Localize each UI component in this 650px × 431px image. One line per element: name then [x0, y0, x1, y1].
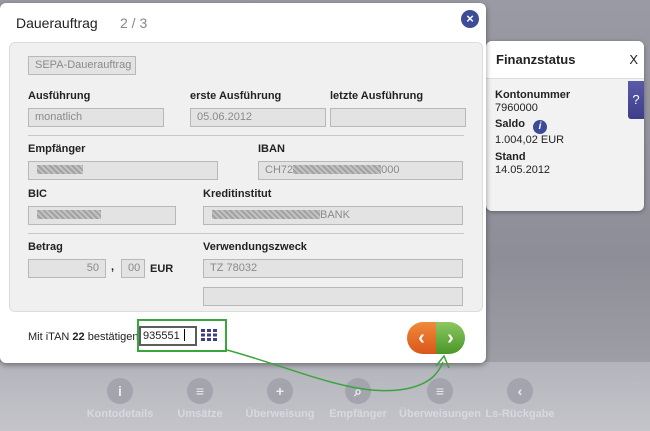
- first-execution-label: erste Ausführung: [190, 90, 282, 102]
- iban-suffix: 000: [381, 164, 400, 176]
- itan-prompt: Mit iTAN 22 bestätigen: [28, 331, 139, 343]
- itan-prefix: Mit iTAN: [28, 331, 70, 343]
- date-label: Stand: [495, 151, 526, 163]
- nav-umsaetze[interactable]: ≡ Umsätze: [155, 378, 245, 420]
- purpose-line2-field: [203, 287, 463, 306]
- frequency-label: Ausführung: [28, 90, 91, 102]
- bank-label: Kreditinstitut: [203, 188, 272, 200]
- help-tab[interactable]: ?: [628, 81, 644, 119]
- amount-label: Betrag: [28, 241, 63, 253]
- finanzstatus-panel: Finanzstatus X Kontonummer 7960000 Saldo…: [486, 41, 644, 211]
- list-icon: ≡: [427, 378, 453, 404]
- dialog-title: Dauerauftrag: [16, 15, 98, 31]
- close-icon[interactable]: ×: [461, 10, 479, 28]
- amount-euros-field: 50: [28, 259, 106, 278]
- recipient-field: [28, 161, 218, 180]
- info-icon[interactable]: i: [532, 120, 547, 134]
- frequency-field: monatlich: [28, 108, 164, 127]
- forward-button[interactable]: ›: [436, 322, 465, 354]
- recipient-label: Empfänger: [28, 143, 86, 155]
- date-value: 14.05.2012: [495, 164, 551, 176]
- form-panel: SEPA-Dauerauftrag Ausführung monatlich e…: [9, 42, 483, 312]
- back-arrow-icon: ‹: [507, 378, 533, 404]
- nav-label: Umsätze: [177, 408, 223, 420]
- nav-label: Ls-Rückgabe: [485, 408, 555, 420]
- iban-field: CH72 000: [258, 161, 463, 180]
- bic-label: BIC: [28, 188, 47, 200]
- purpose-label: Verwendungszweck: [203, 241, 307, 253]
- close-icon[interactable]: X: [629, 52, 638, 67]
- redacted-text: [293, 165, 382, 174]
- order-type-field: SEPA-Dauerauftrag: [28, 56, 136, 75]
- step-indicator: 2 / 3: [120, 15, 148, 31]
- itan-suffix: bestätigen: [87, 331, 139, 343]
- account-value: 7960000: [495, 102, 538, 114]
- bic-field: [28, 206, 176, 225]
- redacted-text: [37, 210, 101, 219]
- nav-kontodetails[interactable]: i Kontodetails: [75, 378, 165, 420]
- search-icon: ⌕: [345, 378, 371, 404]
- itan-number: 22: [72, 331, 85, 343]
- bank-suffix: BANK: [320, 209, 350, 221]
- iban-label: IBAN: [258, 143, 285, 155]
- last-execution-field: [330, 108, 466, 127]
- panel-body: Kontonummer 7960000 Saldo i 1.004,02 EUR …: [486, 79, 644, 187]
- divider: [28, 233, 464, 234]
- amount-cents-field: 00: [121, 259, 145, 278]
- plus-icon: +: [267, 378, 293, 404]
- nav-label: Überweisung: [245, 408, 315, 420]
- list-icon: ≡: [187, 378, 213, 404]
- panel-header: Finanzstatus X: [486, 41, 644, 79]
- divider: [28, 135, 464, 136]
- nav-label: Kontodetails: [86, 408, 154, 420]
- balance-label: Saldo: [495, 118, 525, 130]
- back-button[interactable]: ‹: [407, 322, 436, 354]
- purpose-line1-field: TZ 78032: [203, 259, 463, 278]
- currency-label: EUR: [150, 263, 174, 275]
- panel-title: Finanzstatus: [496, 52, 576, 67]
- amount-separator: ,: [111, 261, 115, 273]
- dauerauftrag-dialog: Dauerauftrag 2 / 3 × SEPA-Dauerauftrag A…: [0, 3, 486, 363]
- bank-field: BANK: [203, 206, 463, 225]
- info-icon: i: [107, 378, 133, 404]
- first-execution-field: 05.06.2012: [190, 108, 326, 127]
- nav-ueberweisungen[interactable]: ≡ Überweisungen: [395, 378, 485, 420]
- last-execution-label: letzte Ausführung: [330, 90, 424, 102]
- nav-label: Empfänger: [329, 408, 387, 420]
- nav-label: Überweisungen: [399, 408, 481, 420]
- nav-ls-rueckgabe[interactable]: ‹ Ls-Rückgabe: [475, 378, 565, 420]
- nav-empfaenger[interactable]: ⌕ Empfänger: [313, 378, 403, 420]
- account-label: Kontonummer: [495, 89, 571, 101]
- nav-ueberweisung[interactable]: + Überweisung: [235, 378, 325, 420]
- redacted-text: [37, 165, 83, 174]
- redacted-text: [212, 210, 320, 219]
- iban-prefix: CH72: [265, 164, 294, 176]
- balance-value: 1.004,02 EUR: [495, 134, 565, 146]
- highlight-frame: [137, 319, 227, 352]
